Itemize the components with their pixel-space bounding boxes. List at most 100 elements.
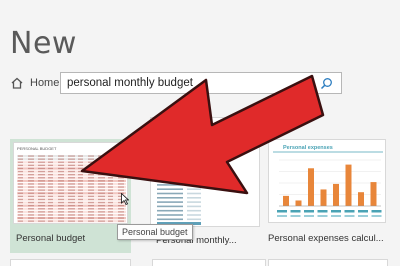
sheet-cell xyxy=(38,174,45,176)
sheet-cell xyxy=(58,214,64,216)
template-card-personal-budget[interactable]: PERSONAL BUDGET Personal budget xyxy=(10,139,131,253)
sheet-cell xyxy=(78,158,83,160)
sheet-cell xyxy=(38,201,45,204)
sheet-cell xyxy=(108,192,113,194)
sheet-cell xyxy=(58,155,64,157)
sheet-cell xyxy=(78,217,83,219)
sheet-cell xyxy=(18,201,23,204)
sheet-cell xyxy=(28,214,34,216)
template-card-partial[interactable] xyxy=(152,259,266,266)
sheet-cell xyxy=(68,183,75,185)
sheet-cell xyxy=(78,167,83,170)
sheet-cell xyxy=(48,186,53,188)
sheet-cell xyxy=(88,167,94,170)
sheet-cell xyxy=(68,208,75,210)
sheet-cell xyxy=(48,177,53,179)
sheet-cell xyxy=(68,161,75,163)
monthly-row-value xyxy=(187,218,201,221)
sheet-cell xyxy=(78,211,83,213)
sheet-cell xyxy=(28,211,34,213)
sheet-cell xyxy=(58,198,64,201)
sheet-cell xyxy=(58,164,64,166)
monthly-row-label xyxy=(157,175,183,178)
sheet-cell xyxy=(48,158,53,160)
sheet-cell xyxy=(48,211,53,213)
sheet-cell xyxy=(48,220,53,222)
sheet-cell xyxy=(78,170,83,173)
mouse-cursor-icon xyxy=(121,193,129,205)
sheet-cell xyxy=(68,201,75,204)
template-card-personal-expenses[interactable]: Personal expenses Personal expenses calc… xyxy=(266,139,392,253)
sheet-cell xyxy=(28,220,34,222)
sheet-cell xyxy=(48,201,53,204)
sheet-cell xyxy=(68,170,75,173)
sheet-cell xyxy=(18,208,23,210)
monthly-row-label xyxy=(157,166,183,169)
sheet-cell xyxy=(38,217,45,219)
sheet-cell xyxy=(48,155,53,157)
footer-cell xyxy=(317,215,328,217)
sheet-cell xyxy=(68,214,75,216)
sheet-cell xyxy=(108,167,113,170)
sheet-cell xyxy=(78,198,83,201)
sheet-cell xyxy=(58,211,64,213)
sheet-cell xyxy=(78,161,83,163)
monthly-row-label xyxy=(157,162,183,165)
sheet-cell xyxy=(88,189,94,191)
sheet-cell xyxy=(98,195,105,197)
sheet-cell xyxy=(78,208,83,210)
sheet-cell xyxy=(48,180,53,182)
sheet-cell xyxy=(58,217,64,219)
sheet-cell xyxy=(118,167,124,170)
sheet-cell xyxy=(58,208,64,210)
sheet-cell xyxy=(98,201,105,204)
sheet-cell xyxy=(18,158,23,160)
sheet-cell xyxy=(18,180,23,182)
sheet-cell xyxy=(108,220,113,222)
search-icon[interactable] xyxy=(320,77,333,90)
home-link[interactable]: Home xyxy=(10,76,59,90)
sheet-cell xyxy=(18,183,23,185)
sheet-cell xyxy=(68,177,75,179)
monthly-row-label xyxy=(157,192,183,195)
sheet-cell xyxy=(38,205,45,207)
template-card-partial[interactable] xyxy=(10,259,131,266)
monthly-row-label xyxy=(157,179,183,182)
sheet-cell xyxy=(68,198,75,201)
sheet-cell xyxy=(58,177,64,179)
footer-cell xyxy=(317,210,328,213)
page-title: New xyxy=(10,26,77,61)
search-box[interactable] xyxy=(60,72,342,94)
template-thumbnail: Personal expenses xyxy=(268,139,386,223)
template-thumbnail xyxy=(150,117,260,227)
sheet-cell xyxy=(78,155,83,157)
thumb-title: Personal expenses xyxy=(283,145,333,151)
footer-cell xyxy=(277,210,287,213)
sheet-cell xyxy=(118,220,124,222)
sheet-cell xyxy=(118,183,124,185)
sheet-cell xyxy=(108,195,113,197)
sheet-cell xyxy=(18,164,23,166)
sheet-cell xyxy=(38,170,45,173)
monthly-row-label xyxy=(157,188,183,190)
sheet-cell xyxy=(18,217,23,219)
template-thumbnail: PERSONAL BUDGET xyxy=(13,142,128,224)
sheet-cell xyxy=(38,195,45,197)
sheet-cell xyxy=(98,183,105,185)
sheet-cell xyxy=(68,189,75,191)
expense-bar xyxy=(358,192,364,206)
footer-cell xyxy=(331,215,341,217)
monthly-row-value xyxy=(187,205,201,208)
sheet-cell xyxy=(38,198,45,201)
search-input[interactable] xyxy=(67,77,307,89)
sheet-cell xyxy=(98,161,105,163)
sheet-cell xyxy=(38,192,45,194)
sheet-cell xyxy=(38,183,45,185)
template-card-partial[interactable] xyxy=(268,259,388,266)
footer-cell xyxy=(277,215,287,217)
sheet-cell xyxy=(88,192,94,194)
sheet-cell xyxy=(28,180,34,182)
sheet-cell xyxy=(58,186,64,188)
footer-cell xyxy=(290,210,301,213)
monthly-row-label xyxy=(157,209,183,212)
